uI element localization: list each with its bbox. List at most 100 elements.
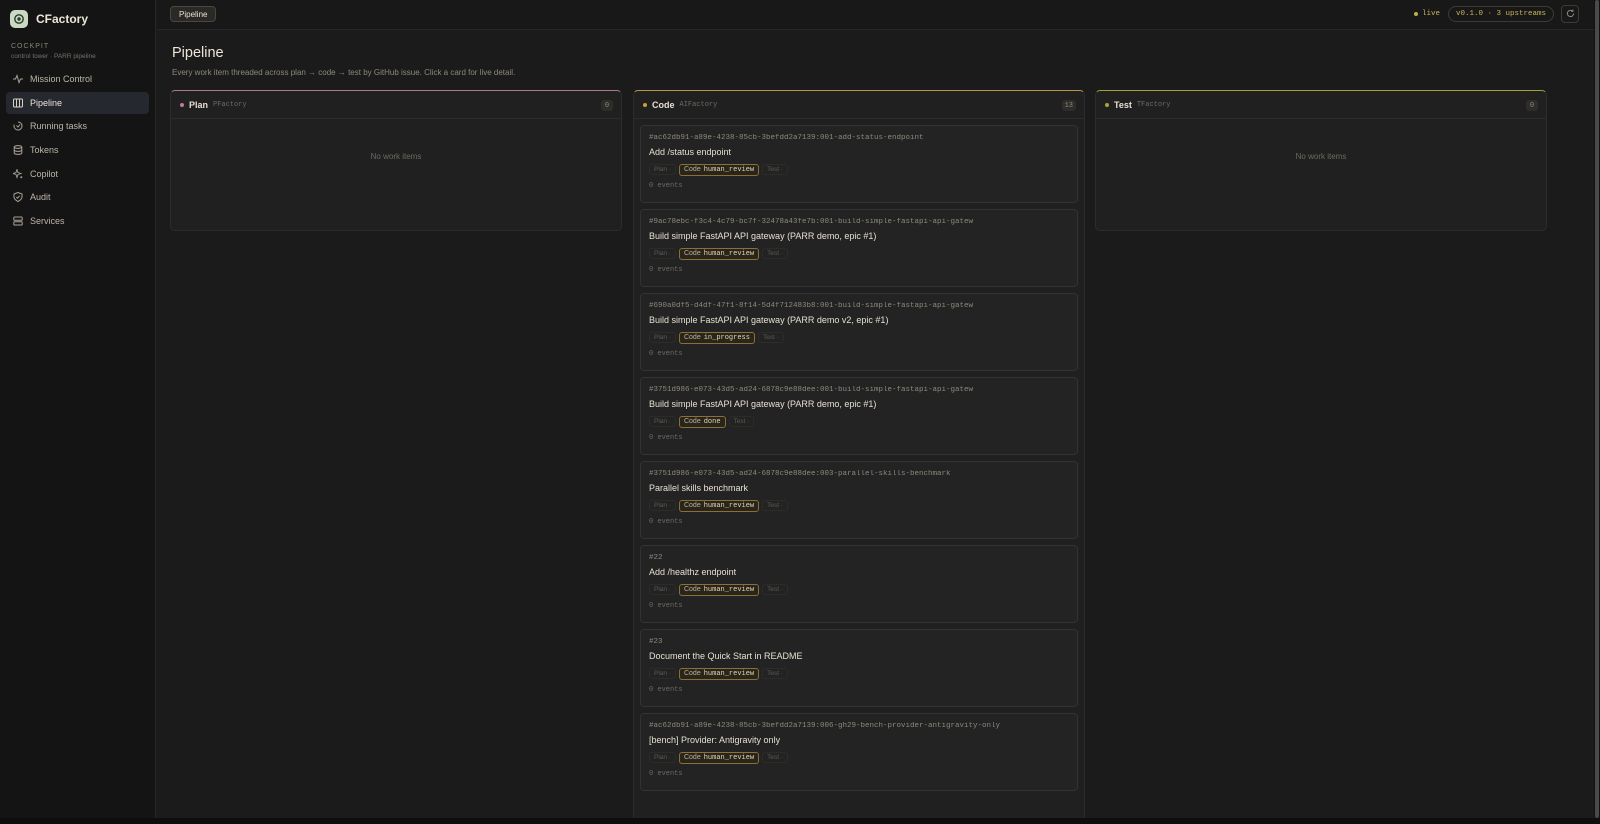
card-title: Build simple FastAPI API gateway (PARR d…	[649, 315, 889, 325]
stage-code-label: Code	[683, 333, 701, 341]
work-item-card[interactable]: #ac62db91-a89e-4238-85cb-3befdd2a7139:00…	[640, 713, 1078, 791]
stage-code-chip: Code human_review	[678, 667, 760, 680]
work-item-card[interactable]: #9ac78ebc-f3c4-4c79-bc7f-32478a43fe7b:00…	[640, 209, 1078, 287]
scrollbar-thumb[interactable]	[1595, 0, 1599, 818]
stage-test-chip: Test ·	[762, 248, 789, 259]
scrollbar[interactable]	[1594, 0, 1600, 818]
brand[interactable]: CFactory	[0, 0, 155, 38]
sidebar-item-services[interactable]: Services	[6, 210, 149, 232]
work-item-card[interactable]: #ac62db91-a89e-4238-85cb-3befdd2a7139:00…	[640, 125, 1078, 203]
count-badge: 0	[1526, 100, 1538, 111]
stage-status: human_review	[703, 249, 755, 258]
sidebar-item-running-tasks[interactable]: Running tasks	[6, 115, 149, 137]
count-badge: 13	[1061, 100, 1076, 111]
column-service: TFactory	[1136, 100, 1171, 109]
cockpit-title: COCKPIT	[11, 43, 50, 50]
stage-test-chip: Test ·	[757, 332, 784, 343]
tab-pipeline[interactable]: Pipeline	[170, 6, 217, 22]
sidebar-item-label: Copilot	[30, 168, 59, 179]
column-header: Plan PFactory 0	[171, 91, 621, 119]
stage-code-chip: Code human_review	[678, 583, 760, 596]
brand-name: CFactory	[36, 12, 89, 26]
refresh-button[interactable]	[1561, 5, 1579, 23]
stage-plan-chip: Plan ·	[649, 584, 676, 595]
columns-icon	[13, 98, 23, 108]
sidebar-item-label: Audit	[30, 192, 51, 203]
card-title: Build simple FastAPI API gateway (PARR d…	[649, 231, 877, 241]
card-id: #3751d986-e073-43d5-ad24-6878c9e88dee:00…	[649, 386, 974, 394]
stage-status: in_progress	[703, 333, 750, 342]
card-id: #ac62db91-a89e-4238-85cb-3befdd2a7139:00…	[649, 134, 924, 142]
empty-state: No work items	[370, 152, 422, 161]
card-title: Add /healthz endpoint	[649, 567, 737, 577]
cockpit-block: COCKPIT control tower · PARR pipeline	[0, 38, 155, 60]
sidebar-item-tokens[interactable]: Tokens	[6, 139, 149, 161]
stage-status: human_review	[703, 585, 755, 594]
sidebar: CFactory COCKPIT control tower · PARR pi…	[0, 0, 156, 818]
stage-status: done	[703, 417, 721, 426]
card-title: [bench] Provider: Antigravity only	[649, 735, 781, 745]
stage-plan-chip: Plan ·	[649, 752, 676, 763]
events-count: 0 events	[649, 266, 683, 274]
stage-chips: Plan · Code human_review Test ·	[649, 751, 1069, 764]
stage-code-chip: Code human_review	[678, 499, 760, 512]
cockpit-subtitle: control tower · PARR pipeline	[11, 53, 96, 60]
stage-plan-chip: Plan ·	[649, 248, 676, 259]
status-dot	[643, 102, 647, 107]
spinner-icon	[13, 121, 23, 131]
stage-plan-chip: Plan ·	[649, 332, 676, 343]
stage-status: human_review	[703, 165, 755, 174]
sparkle-icon	[13, 168, 23, 179]
column-service: PFactory	[213, 100, 247, 109]
gear-icon	[10, 10, 28, 28]
stage-code-label: Code	[683, 585, 701, 593]
sidebar-item-label: Running tasks	[30, 121, 88, 132]
sidebar-item-audit[interactable]: Audit	[6, 186, 149, 208]
card-title: Parallel skills benchmark	[649, 483, 749, 493]
events-count: 0 events	[649, 182, 683, 190]
live-indicator: live	[1413, 10, 1440, 18]
stage-chips: Plan · Code human_review Test ·	[649, 247, 1069, 260]
stage-code-label: Code	[683, 501, 701, 509]
column-header: Code AIFactory 13	[634, 91, 1084, 119]
top-bar: Pipeline live v0.1.0 · 3 upstreams	[157, 0, 1600, 30]
card-id: #22	[649, 554, 663, 562]
stage-test-chip: Test ·	[762, 668, 789, 679]
work-item-card[interactable]: #3751d986-e073-43d5-ad24-6878c9e88dee:00…	[640, 461, 1078, 539]
column-name: Code	[652, 99, 675, 110]
work-item-card[interactable]: #23 Document the Quick Start in README P…	[640, 629, 1078, 707]
column-plan: Plan PFactory 0 No work items	[170, 90, 622, 231]
card-id: #ac62db91-a89e-4238-85cb-3befdd2a7139:00…	[649, 722, 1001, 730]
work-item-card[interactable]: #3751d986-e073-43d5-ad24-6878c9e88dee:00…	[640, 377, 1078, 455]
sidebar-item-pipeline[interactable]: Pipeline	[6, 91, 149, 114]
stage-test-chip: Test ·	[762, 164, 789, 175]
stage-plan-chip: Plan ·	[649, 416, 676, 427]
sidebar-item-label: Pipeline	[30, 97, 63, 108]
stage-code-chip: Code human_review	[678, 751, 760, 764]
sidebar-item-copilot[interactable]: Copilot	[6, 163, 149, 185]
stage-plan-chip: Plan ·	[649, 500, 676, 511]
live-label: live	[1421, 10, 1440, 18]
sidebar-item-label: Tokens	[30, 145, 59, 156]
column-name: Test	[1114, 99, 1132, 110]
work-item-card[interactable]: #690a0df5-d4df-47f1-8f14-5d4f712483b8:00…	[640, 293, 1078, 371]
stage-status: human_review	[703, 753, 755, 762]
live-dot	[1413, 12, 1418, 16]
stage-code-label: Code	[683, 417, 701, 425]
stage-code-label: Code	[683, 249, 701, 257]
server-icon	[13, 216, 23, 226]
card-title: Document the Quick Start in README	[649, 651, 803, 661]
sidebar-item-label: Mission Control	[30, 74, 93, 84]
card-id: #23	[649, 638, 663, 646]
stage-plan-chip: Plan ·	[649, 668, 676, 679]
stage-chips: Plan · Code human_review Test ·	[649, 163, 1069, 176]
count-badge: 0	[601, 100, 613, 111]
stage-test-chip: Test ·	[762, 584, 789, 595]
stage-chips: Plan · Code human_review Test ·	[649, 583, 1069, 596]
column-code: Code AIFactory 13 #ac62db91-a89e-4238-85…	[633, 90, 1085, 818]
work-item-card[interactable]: #22 Add /healthz endpoint Plan · Code hum…	[640, 545, 1078, 623]
page-description: Every work item threaded across plan → c…	[172, 68, 516, 77]
page-title: Pipeline	[172, 45, 224, 61]
events-count: 0 events	[649, 350, 683, 358]
sidebar-item-mission-control[interactable]: Mission Control	[6, 68, 149, 90]
